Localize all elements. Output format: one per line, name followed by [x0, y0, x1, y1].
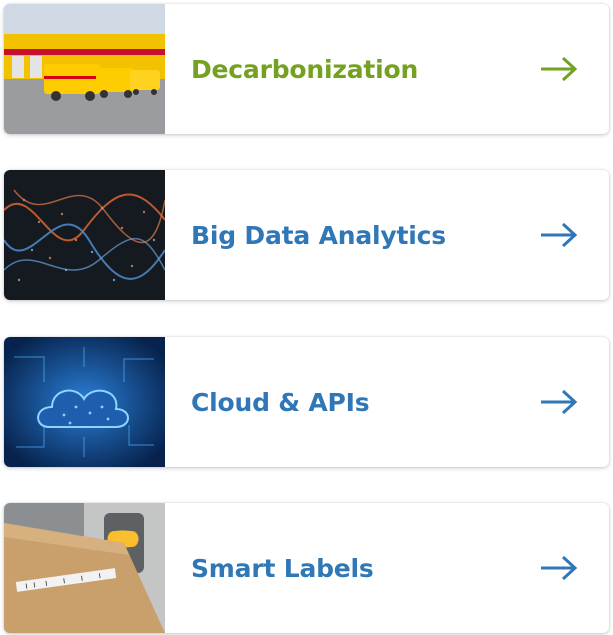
- smart-labels-thumbnail: [4, 503, 165, 633]
- card-cloud-apis[interactable]: Cloud & APIs: [4, 337, 609, 467]
- arrow-right-icon[interactable]: [539, 54, 579, 84]
- card-title: Decarbonization: [191, 54, 419, 84]
- arrow-right-icon[interactable]: [539, 387, 579, 417]
- card-decarbonization[interactable]: Decarbonization: [4, 4, 609, 134]
- arrow-right-icon[interactable]: [539, 220, 579, 250]
- decarbonization-thumbnail: [4, 4, 165, 134]
- arrow-right-icon[interactable]: [539, 553, 579, 583]
- card-title: Cloud & APIs: [191, 387, 370, 417]
- topic-card-list: Decarbonization Big Data Analytics Cloud…: [0, 0, 613, 635]
- card-title: Smart Labels: [191, 553, 374, 583]
- cloud-thumbnail: [4, 337, 165, 467]
- card-title: Big Data Analytics: [191, 220, 446, 250]
- big-data-thumbnail: [4, 170, 165, 300]
- card-big-data-analytics[interactable]: Big Data Analytics: [4, 170, 609, 300]
- card-smart-labels[interactable]: Smart Labels: [4, 503, 609, 633]
